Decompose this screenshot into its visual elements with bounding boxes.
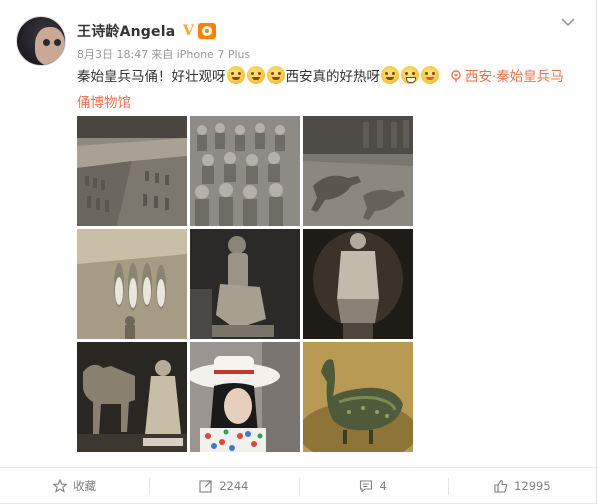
post-meta: 8月3日 18:47 来自 iPhone 7 Plus bbox=[77, 46, 250, 62]
image-tile-terracotta-pits-overview[interactable] bbox=[77, 116, 187, 226]
comment-button[interactable]: 4 bbox=[298, 468, 448, 504]
name-row: 王诗龄Angela V bbox=[77, 20, 217, 42]
user-avatar[interactable] bbox=[16, 16, 66, 66]
chevron-down-icon[interactable] bbox=[560, 14, 576, 30]
favorite-button[interactable]: 收藏 bbox=[0, 468, 149, 504]
like-button[interactable]: 12995 bbox=[447, 468, 597, 504]
repost-button[interactable]: 2244 bbox=[149, 468, 298, 504]
like-count: 12995 bbox=[514, 479, 551, 493]
thumbs-up-icon bbox=[494, 479, 508, 493]
post-text-part1: 秦始皇兵马俑！好壮观呀 bbox=[77, 69, 226, 85]
sweat-face-icon bbox=[266, 66, 285, 84]
post-source: 来自 iPhone 7 Plus bbox=[151, 48, 251, 61]
repost-icon bbox=[199, 480, 212, 493]
sweat-face-icon bbox=[226, 66, 245, 84]
post-content: 秦始皇兵马俑！好壮观呀 西安真的好热呀 西安·秦始皇兵马俑博物馆 bbox=[77, 64, 577, 116]
image-tile-kneeling-archer-statue[interactable] bbox=[190, 229, 300, 339]
avatar-eye bbox=[43, 39, 50, 46]
image-tile-girl-in-white-hat[interactable] bbox=[190, 342, 300, 452]
comment-icon bbox=[360, 480, 373, 493]
repost-count: 2244 bbox=[219, 479, 249, 493]
verified-icon[interactable]: V bbox=[180, 23, 196, 39]
image-tile-bronze-crane-artifact[interactable] bbox=[303, 342, 413, 452]
post-text-part2: 西安真的好热呀 bbox=[285, 69, 381, 85]
username-link[interactable]: 王诗龄Angela bbox=[77, 21, 175, 41]
image-tile-terracotta-horses-excavation[interactable] bbox=[303, 116, 413, 226]
avatar-face bbox=[35, 27, 65, 65]
tongue-face-icon bbox=[421, 66, 439, 84]
vip-badge-icon[interactable] bbox=[198, 23, 217, 39]
grin-face-icon bbox=[401, 66, 419, 84]
avatar-eye bbox=[54, 39, 61, 46]
hot-face-icon bbox=[381, 66, 399, 84]
image-tile-warrior-statue-display[interactable] bbox=[303, 229, 413, 339]
image-tile-excavation-site-figures[interactable] bbox=[77, 229, 187, 339]
image-grid bbox=[77, 116, 413, 452]
post-action-toolbar: 收藏 2244 4 12995 bbox=[0, 467, 597, 504]
weibo-post-card: 王诗龄Angela V 8月3日 18:47 来自 iPhone 7 Plus … bbox=[0, 0, 597, 504]
post-timestamp[interactable]: 8月3日 18:47 bbox=[77, 46, 148, 62]
comment-count: 4 bbox=[379, 479, 387, 493]
image-tile-horse-and-warrior-statue[interactable] bbox=[77, 342, 187, 452]
star-icon bbox=[53, 479, 68, 493]
sweat-face-icon bbox=[246, 66, 265, 84]
image-tile-terracotta-warriors-rows[interactable] bbox=[190, 116, 300, 226]
favorite-label: 收藏 bbox=[73, 479, 97, 493]
location-pin-icon bbox=[451, 70, 461, 82]
